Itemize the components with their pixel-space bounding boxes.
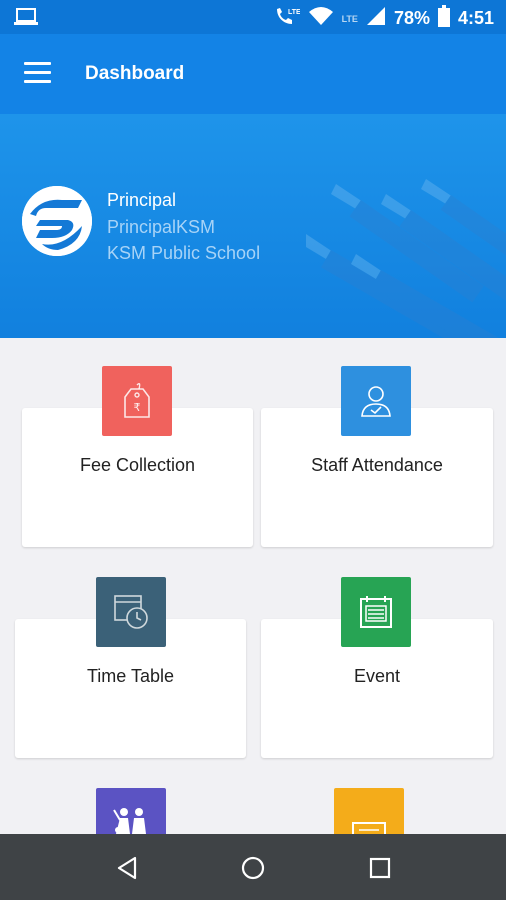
battery-level: 78% xyxy=(393,8,430,28)
battery-icon xyxy=(437,5,450,32)
wifi-icon xyxy=(308,6,334,31)
hamburger-menu-icon[interactable] xyxy=(24,62,54,84)
profile-school: KSM Public School xyxy=(107,243,261,263)
svg-text:LTE: LTE xyxy=(288,9,300,16)
status-bar: LTE LTE 78% 4:51 xyxy=(0,0,506,34)
time-table-label: Time Table xyxy=(86,666,175,686)
home-circle-icon[interactable] xyxy=(239,854,267,882)
lte-indicator: LTE xyxy=(341,13,358,24)
profile-username: PrincipalKSM xyxy=(107,217,216,237)
fee-collection-label: Fee Collection xyxy=(79,455,196,475)
page-title: Dashboard xyxy=(85,63,185,84)
recents-square-icon[interactable] xyxy=(366,854,394,882)
profile-header: Principal PrincipalKSM KSM Public School xyxy=(0,114,506,338)
staff-attendance-label: Staff Attendance xyxy=(311,455,443,475)
timetable-clock-icon[interactable] xyxy=(96,577,166,647)
clock-time: 4:51 xyxy=(457,8,494,28)
system-nav-bar xyxy=(0,834,506,900)
back-triangle-icon[interactable] xyxy=(113,854,141,882)
app-bar: Dashboard xyxy=(0,34,506,114)
school-logo xyxy=(22,186,92,256)
signal-icon xyxy=(366,6,386,31)
laptop-notification-icon xyxy=(14,8,38,31)
document-icon[interactable] xyxy=(334,788,404,834)
phone-lte-icon: LTE xyxy=(274,6,301,31)
event-notice-icon[interactable] xyxy=(341,577,411,647)
profile-role: Principal xyxy=(107,190,177,210)
event-label: Event xyxy=(353,666,401,686)
fee-tag-icon[interactable]: ₹ xyxy=(102,366,172,436)
dashboard-grid: Fee Collection ₹ Staff Attendance Time T… xyxy=(0,338,506,834)
staff-user-icon[interactable] xyxy=(341,366,411,436)
svg-text:₹: ₹ xyxy=(134,402,141,414)
students-group-icon[interactable] xyxy=(96,788,166,834)
pencils-illustration xyxy=(306,179,506,338)
